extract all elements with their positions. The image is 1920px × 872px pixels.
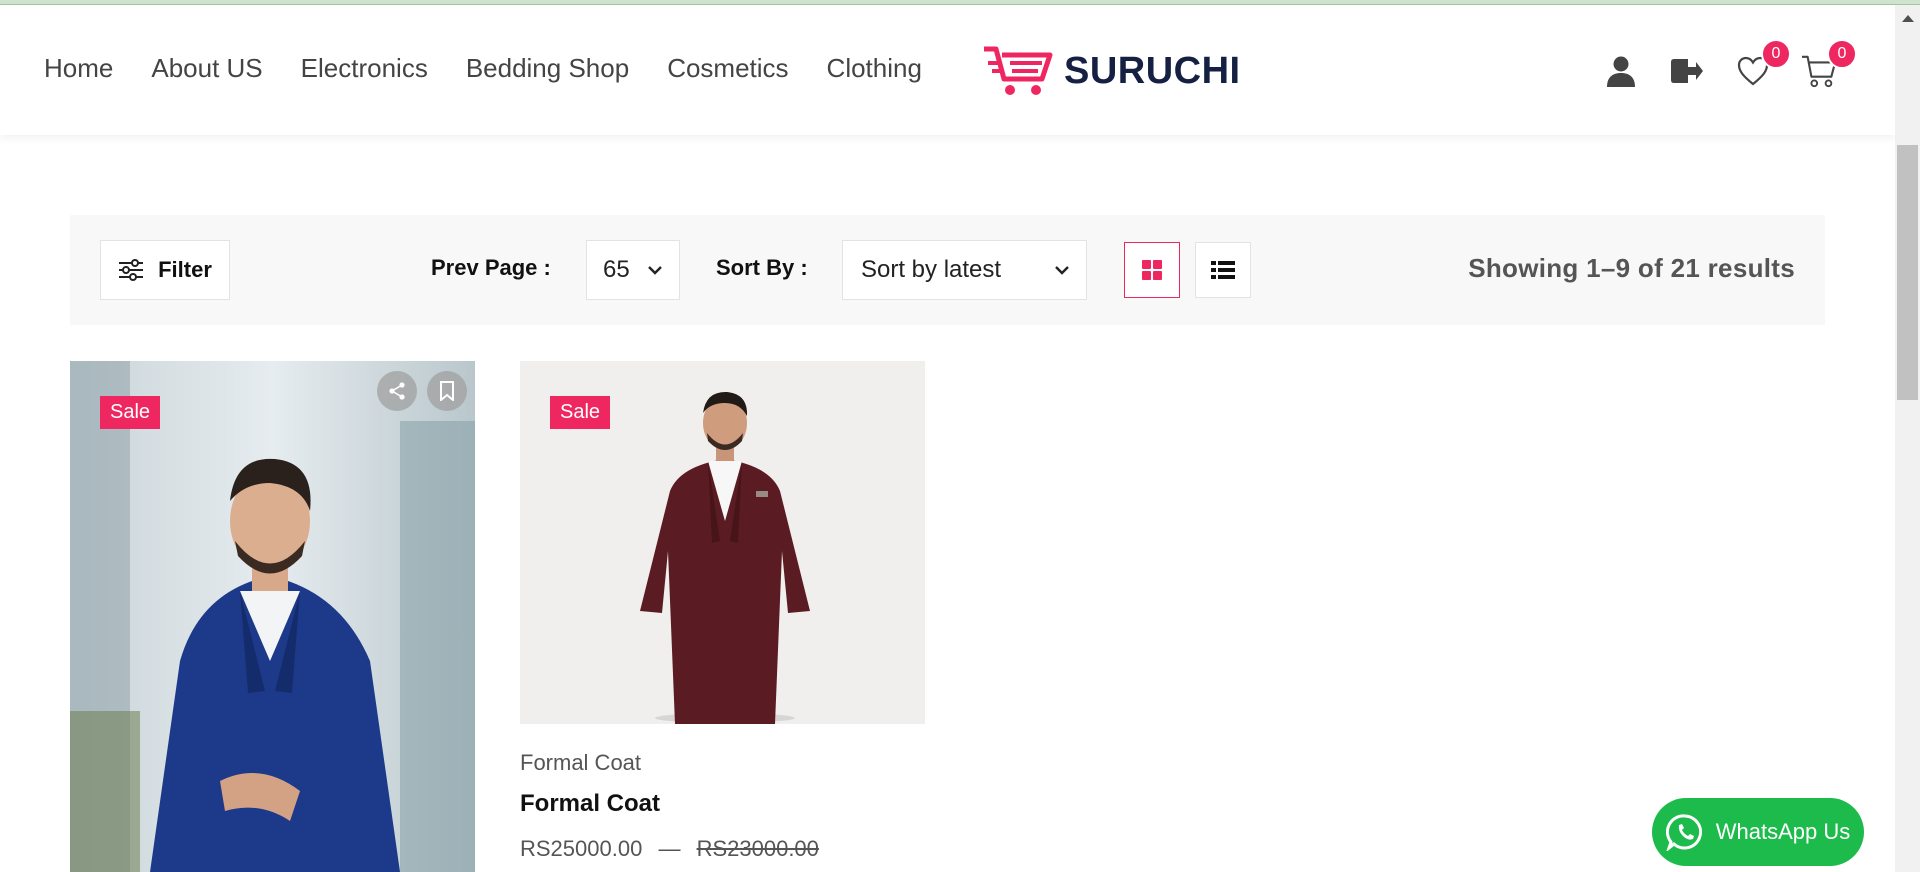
- list-icon: [1211, 261, 1235, 279]
- page-scrollbar[interactable]: [1895, 5, 1920, 872]
- sort-by-label: Sort By :: [716, 255, 808, 280]
- nav-cosmetics[interactable]: Cosmetics: [667, 53, 788, 84]
- site-logo[interactable]: SURUCHI: [982, 43, 1241, 99]
- main-nav: Home About US Electronics Bedding Shop C…: [44, 53, 922, 84]
- whatsapp-button[interactable]: WhatsApp Us: [1652, 798, 1864, 866]
- blue-suit-man-photo: [70, 361, 475, 872]
- sale-badge: Sale: [550, 396, 611, 429]
- product-image[interactable]: Sale: [70, 361, 475, 872]
- product-category[interactable]: Formal Coat: [520, 750, 925, 776]
- grid-view-button[interactable]: [1124, 242, 1180, 298]
- chevron-down-icon: [648, 266, 662, 275]
- shop-toolbar: Filter Prev Page : 65 Sort By : Sort by …: [70, 215, 1825, 325]
- old-price: RS23000.00: [696, 836, 819, 861]
- sliders-icon: [119, 259, 144, 281]
- sort-value: Sort by latest: [861, 256, 1002, 283]
- product-image[interactable]: Sale: [520, 361, 925, 724]
- whatsapp-icon: [1665, 814, 1702, 851]
- filter-button[interactable]: Filter: [100, 240, 230, 300]
- sort-select[interactable]: Sort by latest: [842, 240, 1087, 300]
- prev-page-label: Prev Page :: [431, 255, 551, 280]
- logo-text: SURUCHI: [1064, 49, 1241, 92]
- logout-icon[interactable]: [1669, 53, 1705, 89]
- nav-home[interactable]: Home: [44, 53, 113, 84]
- grid-icon: [1142, 260, 1162, 280]
- scroll-up-arrow-icon[interactable]: [1902, 15, 1914, 22]
- product-title[interactable]: Formal Coat: [520, 790, 925, 818]
- share-icon[interactable]: [377, 371, 417, 411]
- product-actions: [377, 371, 467, 411]
- scrollbar-thumb[interactable]: [1897, 145, 1918, 400]
- wishlist-button[interactable]: 0: [1735, 39, 1791, 89]
- list-view-button[interactable]: [1195, 242, 1251, 298]
- chevron-down-icon: [1055, 266, 1069, 275]
- nav-electronics[interactable]: Electronics: [301, 53, 428, 84]
- whatsapp-label: WhatsApp Us: [1715, 819, 1851, 844]
- product-price: RS25000.00 — RS23000.00: [520, 836, 925, 862]
- sale-badge: Sale: [100, 396, 161, 429]
- product-card[interactable]: Sale Formal Coat Formal Coat RS25000.00 …: [520, 361, 925, 862]
- cart-count-badge: 0: [1827, 39, 1857, 69]
- nav-about-us[interactable]: About US: [151, 53, 262, 84]
- current-price: RS25000.00: [520, 836, 643, 861]
- bookmark-icon[interactable]: [427, 371, 467, 411]
- per-page-value: 65: [603, 256, 630, 283]
- product-card[interactable]: Sale: [70, 361, 475, 872]
- results-count: Showing 1–9 of 21 results: [1468, 253, 1795, 283]
- price-separator: —: [658, 836, 681, 861]
- per-page-select[interactable]: 65: [586, 240, 680, 300]
- nav-clothing[interactable]: Clothing: [827, 53, 922, 84]
- cart-button[interactable]: 0: [1801, 39, 1857, 89]
- cart-logo-icon: [984, 46, 1053, 95]
- wishlist-count-badge: 0: [1761, 39, 1791, 69]
- nav-bedding-shop[interactable]: Bedding Shop: [466, 53, 629, 84]
- user-icon[interactable]: [1603, 53, 1639, 89]
- header-icons: 0 0: [1603, 39, 1857, 89]
- site-header: Home About US Electronics Bedding Shop C…: [0, 5, 1895, 135]
- filter-label: Filter: [158, 257, 212, 282]
